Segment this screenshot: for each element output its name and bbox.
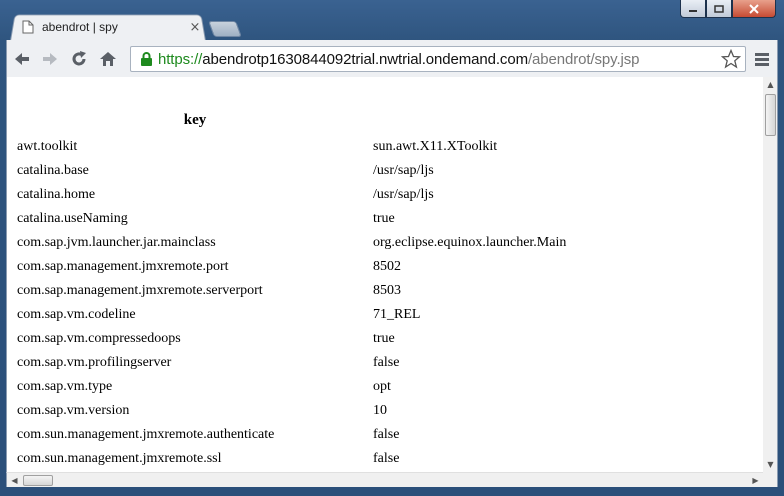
property-value: false: [373, 355, 400, 370]
url-path: /abendrot/spy.jsp: [527, 50, 640, 68]
maximize-icon: [714, 4, 724, 13]
property-key: com.sun.management.jmxremote.authenticat…: [17, 427, 275, 442]
hamburger-menu-icon: [755, 53, 769, 66]
property-key: com.sap.vm.version: [17, 403, 130, 418]
property-value: sun.awt.X11.XToolkit: [373, 139, 498, 154]
property-value: false: [373, 427, 400, 442]
property-key: catalina.home: [17, 187, 96, 202]
table-row: com.sap.vm.compressedoops true: [17, 327, 753, 351]
table-row: com.sap.management.jmxremote.port 8502: [17, 255, 753, 279]
forward-arrow-icon: [43, 53, 57, 65]
property-key: com.sun.management.jmxremote.ssl: [17, 451, 222, 466]
tab-content: abendrot | spy ×: [22, 15, 202, 39]
property-key: com.sap.vm.type: [17, 379, 113, 394]
lock-icon: [141, 52, 152, 66]
reload-button[interactable]: [68, 48, 90, 70]
table-row: com.sap.vm.codeline 71_REL: [17, 303, 753, 327]
new-tab-button[interactable]: [208, 21, 242, 37]
url-host: abendrotp1630844092trial.nwtrial.ondeman…: [202, 50, 528, 68]
minimize-icon: [689, 9, 697, 12]
property-key: catalina.base: [17, 163, 89, 178]
table-row: com.sap.vm.version 10: [17, 399, 753, 423]
scrollbar-corner: [763, 472, 778, 487]
scroll-up-icon[interactable]: ▲: [763, 77, 778, 92]
table-row: catalina.base/usr/sap/ljs: [17, 159, 753, 183]
property-value: 8502: [373, 259, 401, 274]
property-key: com.sap.jvm.launcher.jar.mainclass: [17, 235, 216, 250]
url-text: https://abendrotp1630844092trial.nwtrial…: [158, 50, 640, 68]
home-button[interactable]: [97, 48, 119, 70]
table-row: awt.toolkit sun.awt.X11.XToolkit: [17, 135, 753, 159]
url-scheme: https://: [158, 50, 203, 68]
table-header-row: key: [17, 105, 753, 135]
property-value: 10: [373, 403, 387, 418]
property-value: 71_REL: [373, 307, 421, 322]
menu-button[interactable]: [751, 48, 773, 70]
table-row: com.sun.management.jmxremote.ssl false: [17, 447, 753, 471]
property-key: com.sap.management.jmxremote.port: [17, 259, 229, 274]
header-value: [373, 105, 753, 135]
table-row: catalina.home/usr/sap/ljs: [17, 183, 753, 207]
table-row: com.sap.management.jmxremote.serverport 8…: [17, 279, 753, 303]
close-window-button[interactable]: [732, 0, 776, 18]
property-value: /usr/sap/ljs: [373, 163, 434, 178]
property-value: true: [373, 211, 395, 226]
close-icon: [749, 3, 759, 14]
property-key: com.sap.vm.profilingserver: [17, 355, 172, 370]
table-row: com.sap.jvm.launcher.jar.mainclass org.ec…: [17, 231, 753, 255]
maximize-button[interactable]: [706, 0, 732, 18]
horizontal-scrollbar[interactable]: ◀ ▶: [6, 472, 763, 487]
page-content: key awt.toolkit sun.awt.X11.XToolkit catal…: [6, 77, 763, 472]
property-key: awt.toolkit: [17, 139, 78, 154]
minimize-button[interactable]: [680, 0, 706, 18]
window-caption-buttons: [680, 0, 776, 18]
property-key: com.sap.management.jmxremote.serverport: [17, 283, 263, 298]
toolbar: https://abendrotp1630844092trial.nwtrial…: [6, 40, 778, 77]
table-row: com.sap.vm.type opt: [17, 375, 753, 399]
table-row: com.sun.management.jmxremote.authenticat…: [17, 423, 753, 447]
property-value: /usr/sap/ljs: [373, 187, 434, 202]
property-key: com.sap.vm.codeline: [17, 307, 136, 322]
home-icon: [100, 52, 116, 66]
property-value: 8503: [373, 283, 401, 298]
property-value: true: [373, 331, 395, 346]
address-bar[interactable]: https://abendrotp1630844092trial.nwtrial…: [130, 46, 746, 72]
vertical-scroll-thumb[interactable]: [765, 94, 776, 136]
star-bookmark-icon[interactable]: [721, 49, 741, 69]
horizontal-scroll-thumb[interactable]: [23, 475, 53, 486]
header-key: key: [183, 111, 207, 128]
scroll-down-icon[interactable]: ▼: [763, 457, 778, 472]
tab-title: abendrot | spy: [42, 20, 118, 34]
browser-window: abendrot | spy × https://abendrotp163084…: [0, 0, 784, 496]
reload-icon: [72, 51, 86, 66]
forward-button[interactable]: [39, 48, 61, 70]
scroll-right-icon[interactable]: ▶: [748, 473, 763, 488]
scroll-left-icon[interactable]: ◀: [7, 473, 22, 488]
table-row: com.sap.vm.profilingserver false: [17, 351, 753, 375]
vertical-scrollbar[interactable]: ▲ ▼: [763, 77, 778, 472]
back-arrow-icon: [15, 53, 29, 65]
properties-table: key awt.toolkit sun.awt.X11.XToolkit catal…: [17, 105, 753, 471]
page-icon: [22, 20, 34, 34]
property-value: org.eclipse.equinox.launcher.Main: [373, 235, 567, 250]
tab-close-icon[interactable]: ×: [188, 20, 202, 35]
table-row: catalina.useNaming true: [17, 207, 753, 231]
property-key: com.sap.vm.compressedoops: [17, 331, 181, 346]
property-value: opt: [373, 379, 391, 394]
property-value: false: [373, 451, 400, 466]
back-button[interactable]: [11, 48, 33, 70]
property-key: catalina.useNaming: [17, 211, 128, 226]
